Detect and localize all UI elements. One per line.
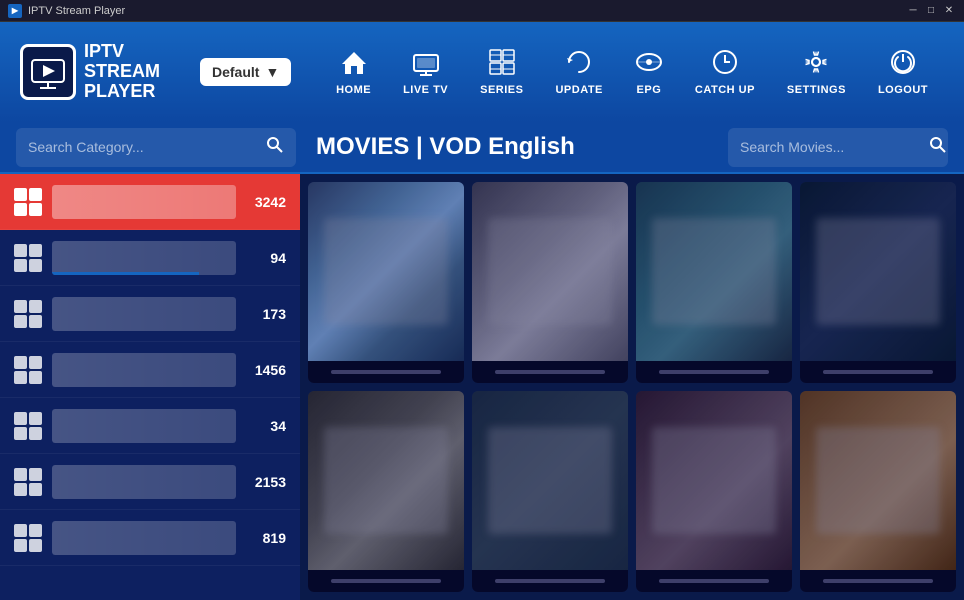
nav-settings-label: SETTINGS [787, 84, 846, 96]
movie-card-1[interactable] [308, 182, 464, 383]
movie-card-8[interactable] [800, 391, 956, 592]
nav-epg-label: EPG [637, 84, 662, 96]
grid-icon [14, 300, 42, 328]
category-search-button[interactable] [266, 136, 284, 159]
close-button[interactable]: ✕ [942, 4, 956, 18]
logout-icon [889, 48, 917, 80]
app-icon: ▶ [8, 4, 22, 18]
sidebar-count-4: 34 [246, 418, 286, 434]
livetv-icon [412, 48, 440, 80]
minimize-button[interactable]: ─ [906, 4, 920, 18]
movie-grid [300, 174, 964, 600]
movie-search-button[interactable] [929, 136, 947, 159]
sidebar-item-5[interactable]: 2153 [0, 454, 300, 510]
movie-search-container [728, 128, 948, 167]
epg-icon [635, 48, 663, 80]
grid-icon [14, 356, 42, 384]
settings-icon [802, 48, 830, 80]
nav-livetv[interactable]: LIVE TV [387, 40, 464, 104]
nav-series-label: SERIES [480, 84, 523, 96]
title-bar: ▶ IPTV Stream Player ─ □ ✕ [0, 0, 964, 22]
grid-icon [14, 188, 42, 216]
nav-logout-label: LOGOUT [878, 84, 928, 96]
main-content: 3242 94 173 [0, 174, 964, 600]
sidebar-thumbnail [52, 465, 236, 499]
nav-logout[interactable]: LOGOUT [862, 40, 944, 104]
series-icon [488, 48, 516, 80]
sidebar-count-6: 819 [246, 530, 286, 546]
nav-home[interactable]: HOME [320, 40, 387, 104]
catchup-icon [711, 48, 739, 80]
update-icon [565, 48, 593, 80]
grid-icon [14, 244, 42, 272]
nav-catchup[interactable]: CATCH UP [679, 40, 771, 104]
sidebar-count-1: 94 [246, 250, 286, 266]
sidebar-count-5: 2153 [246, 474, 286, 490]
logo-text: IPTV STREAM PLAYER [84, 42, 160, 101]
grid-icon [14, 524, 42, 552]
sidebar-count-3: 1456 [246, 362, 286, 378]
category-search-input[interactable] [28, 139, 258, 155]
profile-selector[interactable]: Default ▼ [200, 58, 291, 86]
nav-update[interactable]: UPDATE [539, 40, 618, 104]
nav-series[interactable]: SERIES [464, 40, 539, 104]
window-title: IPTV Stream Player [28, 5, 125, 17]
logo-area: IPTV STREAM PLAYER [20, 42, 180, 101]
sidebar-thumbnail [52, 185, 236, 219]
movie-card-5[interactable] [308, 391, 464, 592]
sidebar-item-4[interactable]: 34 [0, 398, 300, 454]
sidebar-thumbnail [52, 521, 236, 555]
logo-icon [20, 44, 76, 100]
sidebar: 3242 94 173 [0, 174, 300, 600]
sidebar-item-2[interactable]: 173 [0, 286, 300, 342]
sidebar-thumbnail [52, 241, 236, 275]
nav-home-label: HOME [336, 84, 371, 96]
title-bar-left: ▶ IPTV Stream Player [8, 4, 125, 18]
grid-icon [14, 412, 42, 440]
maximize-button[interactable]: □ [924, 4, 938, 18]
sidebar-thumbnail [52, 409, 236, 443]
profile-label: Default [212, 64, 259, 80]
nav-epg[interactable]: EPG [619, 40, 679, 104]
nav-update-label: UPDATE [555, 84, 602, 96]
window-controls: ─ □ ✕ [906, 4, 956, 18]
sidebar-count-0: 3242 [246, 194, 286, 210]
movie-card-3[interactable] [636, 182, 792, 383]
sidebar-item-1[interactable]: 94 [0, 230, 300, 286]
movie-card-6[interactable] [472, 391, 628, 592]
sidebar-item-0[interactable]: 3242 [0, 174, 300, 230]
nav-catchup-label: CATCH UP [695, 84, 755, 96]
movie-search-input[interactable] [740, 139, 921, 155]
sidebar-item-3[interactable]: 1456 [0, 342, 300, 398]
header: IPTV STREAM PLAYER Default ▼ HOME [0, 22, 964, 122]
sidebar-item-6[interactable]: 819 [0, 510, 300, 566]
category-search-container [16, 128, 296, 167]
page-title: MOVIES | VOD English [296, 133, 728, 161]
home-icon [340, 48, 368, 80]
grid-icon [14, 468, 42, 496]
sidebar-count-2: 173 [246, 306, 286, 322]
sidebar-thumbnail [52, 297, 236, 331]
movie-card-2[interactable] [472, 182, 628, 383]
search-bar: MOVIES | VOD English [0, 122, 964, 174]
sidebar-thumbnail [52, 353, 236, 387]
nav-livetv-label: LIVE TV [403, 84, 448, 96]
movie-card-4[interactable] [800, 182, 956, 383]
nav-settings[interactable]: SETTINGS [771, 40, 862, 104]
movie-card-7[interactable] [636, 391, 792, 592]
nav-items: HOME LIVE TV [311, 40, 944, 104]
chevron-down-icon: ▼ [265, 64, 279, 80]
